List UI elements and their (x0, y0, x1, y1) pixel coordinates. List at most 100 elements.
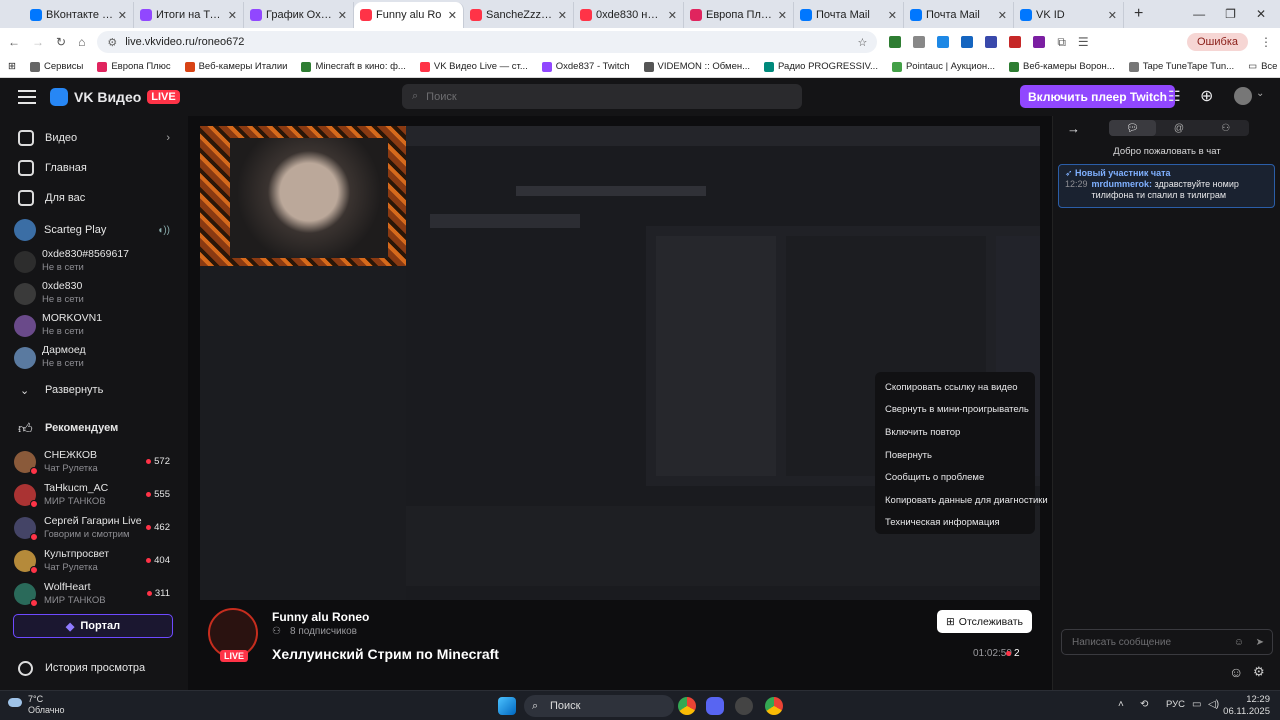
settings-gear-icon[interactable]: ⚙ (1253, 664, 1265, 680)
network-icon[interactable]: ▭ (1192, 699, 1201, 710)
context-menu-item[interactable]: Свернуть в мини-проигрыватель (875, 399, 1035, 422)
subscription-item[interactable]: Дармоед Не в сети (0, 344, 188, 372)
extension-icon[interactable] (985, 36, 998, 48)
tab-close-icon[interactable]: ✕ (1108, 9, 1117, 22)
chrome-icon[interactable] (765, 697, 783, 715)
context-menu-item[interactable]: Сообщить о проблеме (875, 466, 1035, 489)
menu-burger-icon[interactable] (18, 90, 36, 104)
context-menu-item[interactable]: Копировать данные для диагностики (875, 489, 1048, 512)
sidebar-item-for-you[interactable]: Для вас (0, 188, 188, 208)
extension-icon[interactable] (937, 36, 950, 48)
tray-chevron-icon[interactable]: ˄ (1118, 699, 1124, 710)
tab-close-icon[interactable]: ✕ (338, 9, 347, 22)
follow-button[interactable]: ⊞ Отслеживать (937, 610, 1032, 633)
tab-close-icon[interactable]: ✕ (558, 9, 567, 22)
tab-chat[interactable]: 💬︎ (1109, 120, 1156, 136)
recommended-channel[interactable]: СНЕЖКОВ Чат Рулетка 572 (0, 448, 188, 476)
context-menu-item[interactable]: Повернуть (875, 444, 1035, 467)
recommended-channel[interactable]: WolfHeart МИР ТАНКОВ 311 (0, 580, 188, 608)
bookmark-item[interactable]: Веб-камеры Италии (184, 61, 287, 72)
maximize-icon[interactable]: ❐ (1225, 7, 1236, 21)
close-window-icon[interactable]: ✕ (1256, 7, 1266, 21)
all-bookmarks[interactable]: ▭Все закладки (1248, 61, 1280, 72)
bookmark-item[interactable]: Tape TuneTape Tun... (1128, 61, 1234, 72)
context-menu-item[interactable]: Скопировать ссылку на видео (875, 376, 1035, 399)
browser-tab[interactable]: 0xde830 на VK Ви ✕ (574, 2, 684, 28)
bookmark-item[interactable]: Радио PROGRESSIV... (764, 61, 878, 72)
subscription-item[interactable]: 0xde830 Не в сети (0, 280, 188, 308)
tab-close-icon[interactable]: ✕ (778, 9, 787, 22)
browser-tab[interactable]: Итоги на Twitch - ✕ (134, 2, 244, 28)
minimize-icon[interactable]: — (1193, 7, 1205, 21)
tab-close-icon[interactable]: ✕ (228, 9, 237, 22)
emoji-icon[interactable]: ☺ (1234, 637, 1244, 648)
tab-close-icon[interactable]: ✕ (448, 9, 457, 22)
clock[interactable]: 12:29 06.11.2025 (1223, 694, 1270, 718)
browser-tab[interactable]: Funny alu Ro ✕ (354, 2, 464, 28)
discord-icon[interactable] (706, 697, 724, 715)
chevron-down-icon[interactable]: ⌄ (1256, 88, 1264, 99)
browser-tab[interactable]: VK ID ✕ (1014, 2, 1124, 28)
extension-icon[interactable] (1033, 36, 1046, 48)
tab-close-icon[interactable]: ✕ (668, 9, 677, 22)
profile-icon[interactable]: ☰ (1078, 35, 1089, 49)
add-icon[interactable]: ⊕ (1200, 86, 1213, 106)
recommended-channel[interactable]: Сергей Гагарин Live Говорим и смотрим 46… (0, 514, 188, 542)
bookmark-item[interactable]: VK Видео Live — ст... (419, 61, 528, 72)
tab-close-icon[interactable]: ✕ (888, 9, 897, 22)
extension-icon[interactable] (913, 36, 926, 48)
subscriptions-icon[interactable]: ☷ (1168, 88, 1181, 105)
sidebar-item-home[interactable]: Главная (0, 158, 188, 178)
bookmark-item[interactable]: Oxde837 - Twitch (541, 61, 630, 72)
site-logo[interactable]: VK Видео LIVE (50, 88, 180, 106)
extension-icon[interactable] (961, 36, 974, 48)
collapse-chat-icon[interactable]: → (1067, 121, 1080, 136)
context-menu-item[interactable]: Включить повтор (875, 421, 1035, 444)
extension-icon[interactable] (889, 36, 902, 48)
bookmark-star-icon[interactable]: ☆ (857, 36, 867, 49)
extensions-puzzle-icon[interactable]: ⧉ (1057, 35, 1066, 50)
browser-tab[interactable]: SancheZzz на VK ✕ (464, 2, 574, 28)
channel-name[interactable]: Funny alu Roneo (272, 610, 369, 624)
tab-close-icon[interactable]: ✕ (998, 9, 1007, 22)
browser-tab[interactable]: Европа Плюс Au ✕ (684, 2, 794, 28)
subscription-item[interactable]: MORKOVN1 Не в сети (0, 312, 188, 340)
extension-icon[interactable] (1009, 36, 1022, 48)
browser-tab[interactable]: Почта Mail ✕ (904, 2, 1014, 28)
send-icon[interactable]: ➤ (1256, 637, 1264, 648)
tray-icon[interactable]: ⟲ (1140, 699, 1148, 710)
expand-button[interactable]: ⌄ Развернуть (0, 380, 188, 400)
sidebar-item-recommended[interactable]: 👍︎ Рекомендуем (0, 418, 188, 438)
start-icon[interactable] (498, 697, 516, 715)
chrome-icon[interactable] (678, 697, 696, 715)
browser-tab[interactable]: ВКонтакте | Video ✕ (24, 2, 134, 28)
bookmark-item[interactable]: Minecraft в кино: ф... (301, 61, 406, 72)
sidebar-item-history[interactable]: История просмотра (0, 658, 188, 678)
browser-tab[interactable]: Почта Mail ✕ (794, 2, 904, 28)
sidebar-item-video[interactable]: Видео › (0, 128, 188, 148)
tab-close-icon[interactable]: ✕ (118, 9, 127, 22)
tab-users[interactable]: ⚇ (1202, 120, 1249, 136)
back-icon[interactable]: ← (8, 35, 20, 49)
reload-icon[interactable]: ↻ (56, 35, 66, 49)
site-info-icon[interactable]: ⚙ (107, 36, 117, 49)
forward-icon[interactable]: → (32, 35, 44, 49)
apps-icon[interactable]: ⊞ (8, 61, 16, 72)
enable-twitch-player-button[interactable]: Включить плеер Twitch (1020, 85, 1175, 108)
bookmark-item[interactable]: Европа Плюс (97, 61, 171, 72)
app-icon[interactable] (735, 697, 753, 715)
menu-dots-icon[interactable]: ⋮ (1260, 35, 1272, 49)
bookmark-item[interactable]: Pointauc | Аукцион... (891, 61, 995, 72)
browser-tab[interactable]: График Oxde837 ✕ (244, 2, 354, 28)
avatar[interactable] (1234, 87, 1252, 105)
volume-icon[interactable]: ◁) (1208, 699, 1219, 710)
recommended-channel[interactable]: TaHkucm_AC МИР ТАНКОВ 555 (0, 481, 188, 509)
subscription-item[interactable]: 0xde830#8569617 Не в сети (0, 248, 188, 276)
bookmark-item[interactable]: Сервисы (29, 61, 83, 72)
language-indicator[interactable]: РУС (1166, 699, 1185, 710)
context-menu-item[interactable]: Техническая информация (875, 512, 1035, 535)
portal-button[interactable]: ◆ Портал (13, 614, 173, 638)
chat-input[interactable]: Написать сообщение ☺ ➤ (1061, 629, 1273, 655)
url-bar[interactable]: ⚙ live.vkvideo.ru/roneo672 ☆ (97, 31, 878, 53)
message-user[interactable]: mrdummerok (1092, 179, 1150, 189)
